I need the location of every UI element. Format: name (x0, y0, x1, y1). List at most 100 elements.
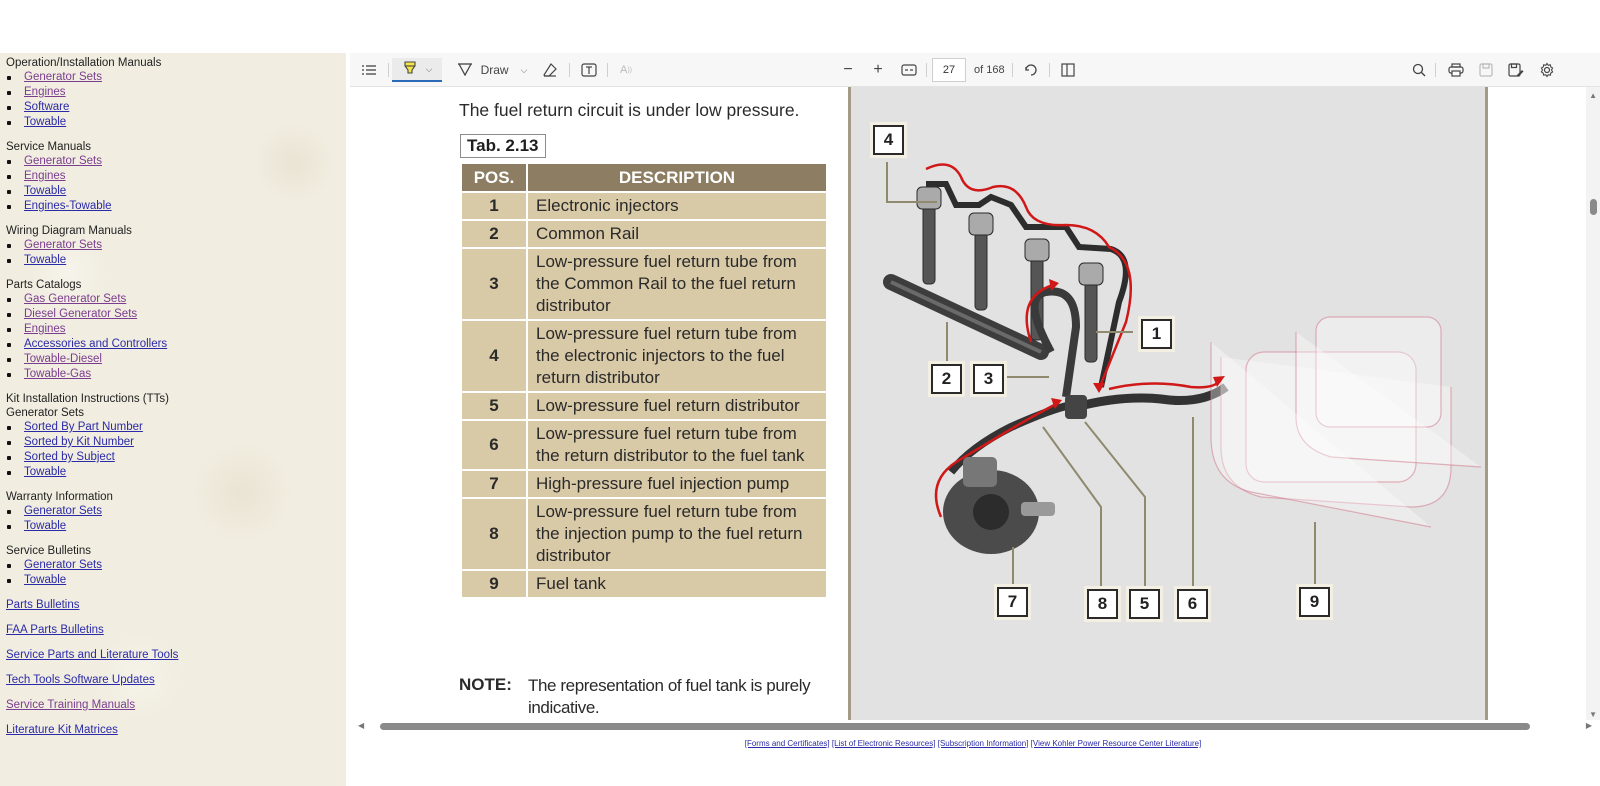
chevron-down-icon: ⌵ (425, 63, 433, 74)
nav-list-item: Engines (6, 169, 346, 184)
nav-link[interactable]: Sorted By Part Number (24, 421, 143, 433)
nav-list-item: Sorted By Part Number (6, 420, 346, 435)
nav-link[interactable]: Diesel Generator Sets (24, 308, 137, 320)
nav-group: Operation/Installation Manuals Generator … (6, 56, 346, 130)
nav-link[interactable]: Sorted by Kit Number (24, 436, 134, 448)
table-row: 2 Common Rail (462, 221, 826, 247)
table-cell-pos: 7 (462, 471, 526, 497)
nav-link[interactable]: Sorted by Subject (24, 451, 115, 463)
nav-link[interactable]: Generator Sets (24, 71, 102, 83)
rotate-icon[interactable] (1020, 58, 1042, 82)
nav-link[interactable]: Service Training Manuals (6, 699, 135, 711)
nav-link[interactable]: Engines-Towable (24, 200, 112, 212)
nav-link[interactable]: Engines (24, 323, 66, 335)
eraser-icon[interactable] (539, 58, 561, 82)
note: NOTE: The representation of fuel tank is… (459, 675, 828, 719)
table-cell-description: Low-pressure fuel return tube from the i… (528, 499, 826, 569)
nav-link[interactable]: Towable (24, 254, 66, 266)
note-text: The representation of fuel tank is purel… (528, 676, 811, 717)
table-row: 7 High-pressure fuel injection pump (462, 471, 826, 497)
table-cell-pos: 4 (462, 321, 526, 391)
nav-link[interactable]: FAA Parts Bulletins (6, 624, 104, 636)
nav-link[interactable]: Generator Sets (24, 155, 102, 167)
nav-link[interactable]: Towable (24, 185, 66, 197)
toolbar-separator (569, 63, 570, 77)
scroll-right-arrow-icon[interactable]: ▶ (1586, 721, 1592, 730)
nav-link[interactable]: Towable (24, 116, 66, 128)
footer-link-electronic-resources[interactable]: [List of Electronic Resources] (832, 739, 936, 748)
nav-group-title: Service Bulletins (6, 545, 92, 557)
table-cell-description: Fuel tank (528, 571, 826, 597)
vertical-scroll-thumb[interactable] (1590, 199, 1597, 215)
nav-list-item: Towable-Gas (6, 367, 346, 382)
nav-standalone-item: Literature Kit Matrices (6, 723, 346, 738)
nav-link[interactable]: Towable (24, 466, 66, 478)
nav-link[interactable]: Towable (24, 574, 66, 586)
fuel-tank-illustration (1210, 316, 1482, 528)
table-cell-pos: 3 (462, 249, 526, 319)
search-icon[interactable] (1408, 58, 1430, 82)
table-row: 6 Low-pressure fuel return tube from the … (462, 421, 826, 469)
nav-link[interactable]: Generator Sets (24, 505, 102, 517)
callout-1: 1 (1141, 319, 1172, 349)
table-cell-description: Low-pressure fuel return tube from the e… (528, 321, 826, 391)
footer-link-subscription[interactable]: [Subscription Information] (938, 739, 1029, 748)
save-icon[interactable] (1475, 58, 1497, 82)
nav-link[interactable]: Generator Sets (24, 559, 102, 571)
fit-page-icon[interactable] (898, 58, 920, 82)
page-number-input[interactable]: 27 (932, 58, 966, 82)
list-icon[interactable] (358, 58, 380, 82)
scroll-down-arrow-icon[interactable]: ▼ (1589, 710, 1597, 719)
nav-group: Parts Catalogs Gas Generator Sets Diesel G… (6, 278, 346, 382)
vertical-scrollbar[interactable]: ▲ ▼ (1552, 87, 1600, 723)
nav-group-title: Warranty Information (6, 491, 113, 503)
nav-link[interactable]: Accessories and Controllers (24, 338, 167, 350)
gear-icon[interactable] (1536, 58, 1558, 82)
nav-group-title: Wiring Diagram Manuals (6, 225, 132, 237)
print-icon[interactable] (1445, 58, 1467, 82)
text-box-icon[interactable] (578, 58, 600, 82)
nav-link[interactable]: Engines (24, 86, 66, 98)
nav-list-item: Gas Generator Sets (6, 292, 346, 307)
horizontal-scrollbar[interactable]: ◀ ▶ (350, 720, 1600, 731)
nav-link[interactable]: Towable-Diesel (24, 353, 102, 365)
footer-link-forms[interactable]: [Forms and Certificates] (745, 739, 830, 748)
scroll-up-arrow-icon[interactable]: ▲ (1589, 91, 1597, 100)
table-row: 9 Fuel tank (462, 571, 826, 597)
pdf-toolbar: ⌵ Draw ⌵ A)) − + 27 of 168 (350, 53, 1600, 87)
toolbar-separator (388, 63, 389, 77)
nav-link[interactable]: Parts Bulletins (6, 599, 80, 611)
highlighter-icon (402, 60, 418, 79)
table-caption: Tab. 2.13 (460, 134, 546, 158)
callout-4: 4 (873, 125, 904, 155)
left-navigation: Operation/Installation Manuals Generator … (0, 53, 346, 786)
nav-link[interactable]: Literature Kit Matrices (6, 724, 118, 736)
nav-link[interactable]: Generator Sets (24, 239, 102, 251)
table-cell-description: High-pressure fuel injection pump (528, 471, 826, 497)
nav-link[interactable]: Gas Generator Sets (24, 293, 126, 305)
nav-link[interactable]: Towable-Gas (24, 368, 91, 380)
nav-link[interactable]: Towable (24, 520, 66, 532)
vertical-scroll-track[interactable]: ▲ ▼ (1586, 87, 1600, 723)
highlight-button[interactable]: ⌵ (392, 58, 442, 82)
nav-link[interactable]: Tech Tools Software Updates (6, 674, 155, 686)
zoom-in-button[interactable]: + (868, 58, 888, 82)
nav-link[interactable]: Software (24, 101, 69, 113)
draw-button[interactable]: Draw ⌵ (452, 58, 532, 82)
zoom-out-button[interactable]: − (838, 58, 858, 82)
nav-group: Wiring Diagram Manuals Generator Sets Towa… (6, 224, 346, 268)
footer-link-kohler-literature[interactable]: [View Kohler Power Resource Center Liter… (1031, 739, 1202, 748)
pdf-page: The fuel return circuit is under low pre… (350, 87, 1552, 723)
save-as-icon[interactable] (1505, 58, 1527, 82)
nav-link[interactable]: Service Parts and Literature Tools (6, 649, 178, 661)
note-label: NOTE: (459, 675, 512, 694)
read-aloud-icon[interactable]: A)) (615, 58, 637, 82)
nav-list-item: Generator Sets (6, 558, 346, 573)
page-view-icon[interactable] (1057, 58, 1079, 82)
nav-group-title: Parts Catalogs (6, 279, 82, 291)
nav-link[interactable]: Engines (24, 170, 66, 182)
nav-list-item: Towable (6, 573, 346, 588)
scroll-left-arrow-icon[interactable]: ◀ (358, 721, 364, 730)
horizontal-scroll-thumb[interactable] (380, 723, 1530, 730)
pen-icon (457, 62, 473, 79)
